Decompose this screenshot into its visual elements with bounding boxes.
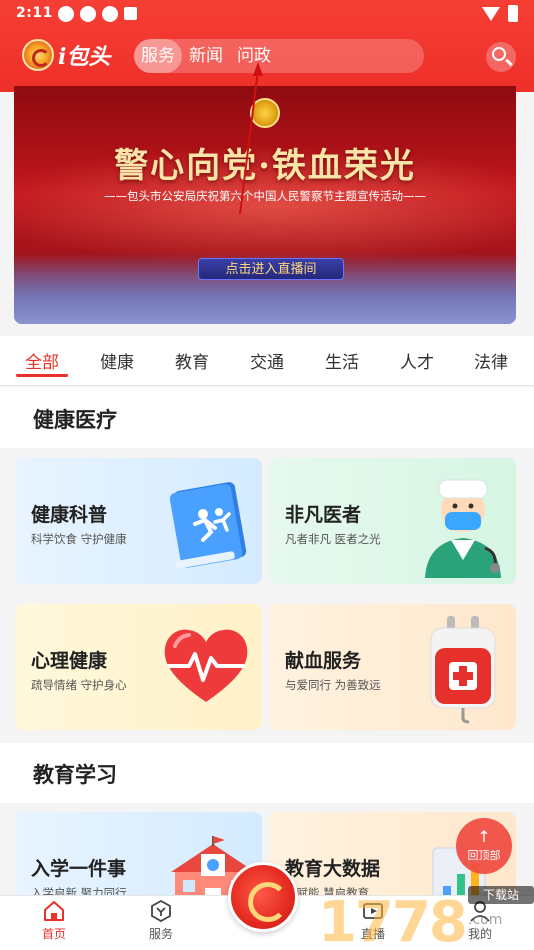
app-icon [124, 7, 137, 20]
section-title: 健康医疗 [33, 408, 117, 432]
search-button[interactable] [486, 42, 516, 72]
tab-education[interactable]: 教育 [175, 348, 209, 373]
nav-tab-inquiry[interactable]: 问政 [230, 39, 278, 73]
notification-icon [102, 6, 118, 22]
banner-subtitle: ——包头市公安局庆祝第六个中国人民警察节主题宣传活动—— [104, 189, 426, 203]
back-to-top-label: 回顶部 [467, 849, 501, 862]
banner-title: 警心向党·铁血荣光 [114, 146, 416, 186]
card-subtitle: 凡者非凡 医者之光 [285, 532, 381, 546]
blood-bag-icon [430, 616, 496, 724]
tab-health[interactable]: 健康 [100, 348, 134, 373]
active-tab-indicator [16, 374, 68, 377]
bottom-nav-label: 直播 [360, 927, 385, 941]
bottom-nav-service[interactable]: 服务 [131, 900, 191, 942]
nav-tab-news[interactable]: 新闻 [182, 39, 230, 73]
tab-traffic[interactable]: 交通 [250, 348, 284, 373]
doctor-icon [425, 479, 501, 578]
search-icon [492, 47, 506, 61]
card-title: 献血服务 [285, 650, 362, 672]
battery-icon [508, 5, 518, 22]
card-health-science[interactable]: 健康科普 科学饮食 守护健康 [15, 458, 262, 584]
card-blood-donation[interactable]: 献血服务 与爱同行 为善致远 [269, 604, 516, 730]
bottom-nav-home[interactable]: 首页 [24, 900, 84, 942]
category-tabs: 全部 健康 教育 交通 生活 人才 法律 [0, 336, 534, 386]
bottom-nav-label: 首页 [41, 927, 66, 941]
police-emblem-icon [250, 98, 280, 128]
notification-icon [80, 6, 96, 22]
notification-icon [58, 6, 74, 22]
status-time: 2:11 [16, 5, 53, 21]
top-nav-bar: 服务 新闻 问政 [134, 39, 424, 73]
hero-banner[interactable]: 警心向党·铁血荣光 ——包头市公安局庆祝第六个中国人民警察节主题宣传活动—— 点… [14, 86, 516, 324]
arrow-up-icon: ↑ [477, 827, 491, 846]
card-mental-health[interactable]: 心理健康 疏导情绪 守护身心 [15, 604, 262, 730]
card-title: 入学一件事 [31, 858, 127, 880]
tab-all[interactable]: 全部 [25, 348, 59, 373]
tab-law[interactable]: 法律 [474, 348, 508, 373]
section-title: 教育学习 [33, 763, 117, 787]
app-logo[interactable]: i包头 [22, 38, 132, 72]
card-subtitle: 科学饮食 守护健康 [31, 532, 127, 546]
home-icon [44, 901, 64, 921]
service-icon [151, 900, 171, 922]
card-title: 教育大数据 [285, 858, 381, 880]
status-bar: 2:11 [0, 0, 534, 28]
heart-icon [164, 629, 248, 702]
book-icon [169, 482, 247, 568]
center-logo-button[interactable] [228, 862, 298, 932]
card-extraordinary-doctor[interactable]: 非凡医者 凡者非凡 医者之光 [269, 458, 516, 584]
card-title: 非凡医者 [285, 504, 362, 526]
section-header-health: 健康医疗 [0, 388, 534, 448]
card-title: 健康科普 [31, 504, 108, 526]
status-system-icons [482, 5, 518, 22]
nav-tab-service[interactable]: 服务 [134, 39, 182, 73]
header: 2:11 i包头 服务 新闻 问政 [0, 0, 534, 92]
card-subtitle: 疏导情绪 守护身心 [31, 678, 127, 692]
live-room-button[interactable]: 点击进入直播间 [198, 258, 344, 280]
section-header-education: 教育学习 [0, 743, 534, 803]
back-to-top-button[interactable]: ↑ 回顶部 [456, 818, 512, 874]
bottom-nav-label: 我的 [467, 927, 492, 941]
bottom-nav-live[interactable]: 直播 [343, 900, 403, 942]
logo-text: i包头 [58, 44, 111, 70]
logo-icon [22, 39, 54, 71]
card-title: 心理健康 [31, 650, 108, 672]
user-icon [470, 901, 490, 922]
tab-life[interactable]: 生活 [325, 348, 359, 373]
bottom-nav-me[interactable]: 我的 [450, 900, 510, 942]
card-subtitle: 与爱同行 为善致远 [285, 678, 381, 692]
live-icon [363, 903, 383, 919]
tab-talent[interactable]: 人才 [400, 348, 434, 373]
bottom-nav-label: 服务 [148, 927, 173, 941]
wifi-icon [482, 6, 500, 21]
status-notifications [58, 6, 137, 22]
app-screen: 2:11 i包头 服务 新闻 问政 警心向党·铁血荣光 ——包头市公安局庆祝第六… [0, 0, 534, 950]
